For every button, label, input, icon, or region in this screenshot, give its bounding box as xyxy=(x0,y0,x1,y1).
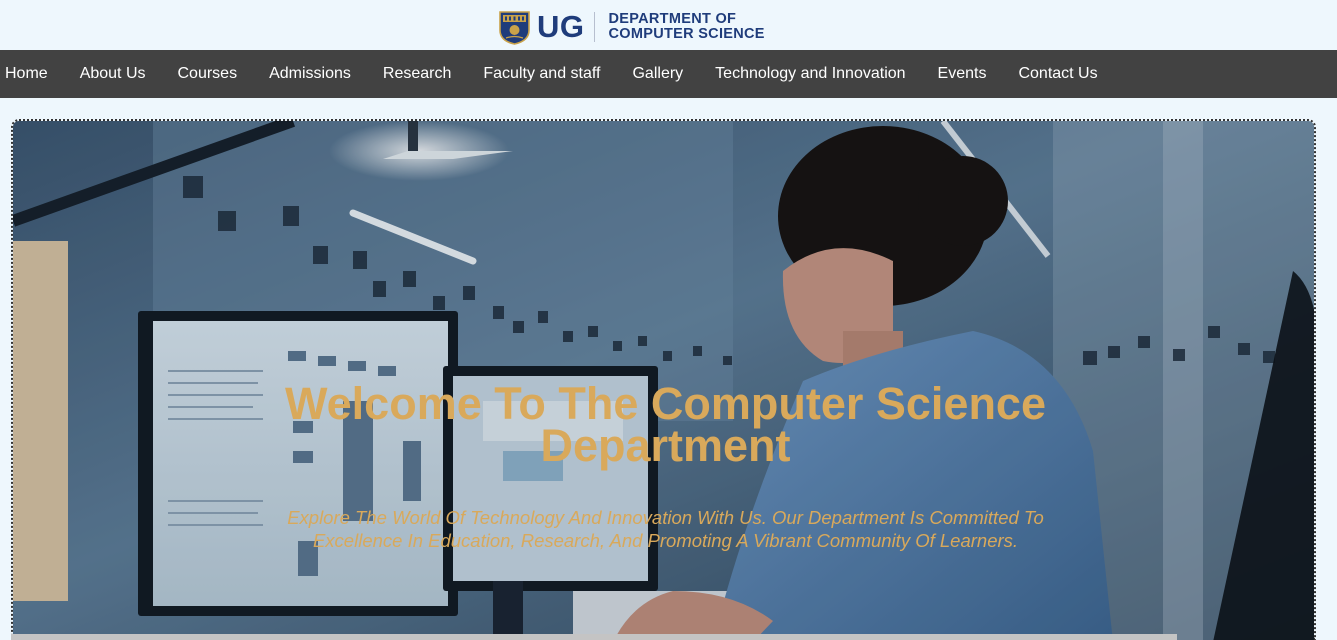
hero-banner: Welcome To The Computer Science Departme… xyxy=(11,119,1316,640)
nav-item-admissions[interactable]: Admissions xyxy=(253,65,367,83)
nav-item-research[interactable]: Research xyxy=(367,65,467,83)
logo-divider xyxy=(593,12,595,42)
site-header: UG DEPARTMENT OF COMPUTER SCIENCE xyxy=(0,0,1337,50)
nav-item-home[interactable]: Home xyxy=(0,65,64,83)
hero-subtitle: Explore The World Of Technology And Inno… xyxy=(287,507,1044,551)
nav-item-contact-us[interactable]: Contact Us xyxy=(1002,65,1113,83)
hero-title: Welcome To The Computer Science Departme… xyxy=(284,378,1046,471)
main-navigation: Home About Us Courses Admissions Researc… xyxy=(0,50,1337,98)
nav-item-about-us[interactable]: About Us xyxy=(64,65,162,83)
department-name-line2: COMPUTER SCIENCE xyxy=(608,26,765,42)
department-name: DEPARTMENT OF COMPUTER SCIENCE xyxy=(609,12,765,42)
department-logo[interactable]: UG DEPARTMENT OF COMPUTER SCIENCE xyxy=(498,9,765,45)
ug-crest-icon xyxy=(498,10,531,45)
nav-item-faculty-and-staff[interactable]: Faculty and staff xyxy=(467,65,616,83)
logo-abbreviation: UG xyxy=(537,9,585,44)
nav-item-technology-and-innovation[interactable]: Technology and Innovation xyxy=(699,65,921,83)
department-name-line1: DEPARTMENT OF xyxy=(608,11,737,27)
nav-item-courses[interactable]: Courses xyxy=(162,65,254,83)
nav-item-events[interactable]: Events xyxy=(922,65,1003,83)
nav-item-gallery[interactable]: Gallery xyxy=(616,65,699,83)
horizontal-scrollbar[interactable] xyxy=(11,634,1177,640)
